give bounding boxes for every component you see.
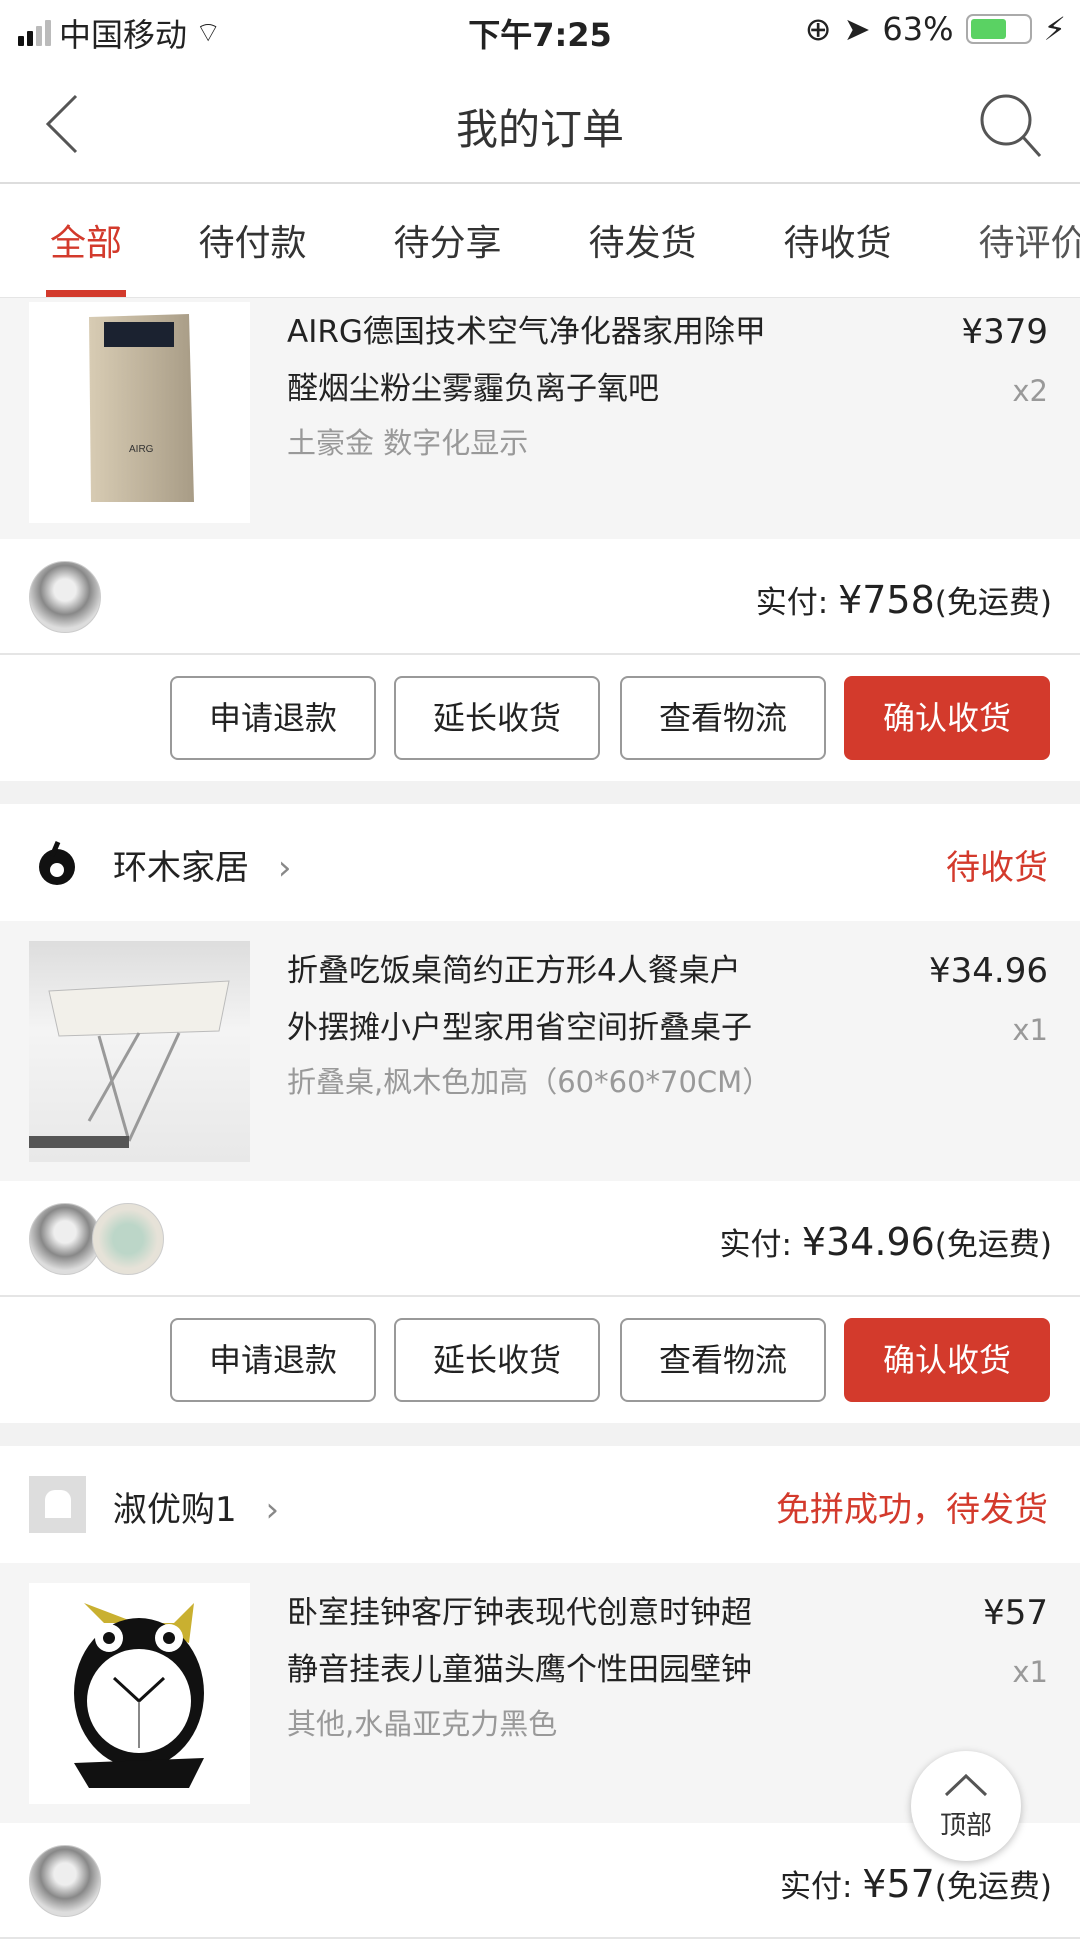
back-to-top-button[interactable]: 顶部 (911, 1751, 1021, 1861)
product-title: AIRG德国技术空气净化器家用除甲 (287, 314, 766, 350)
view-logistics-button[interactable]: 查看物流 (620, 676, 826, 760)
order-product[interactable]: 折叠吃饭桌简约正方形4人餐桌户 外摆摊小户型家用省空间折叠桌子 折叠桌,枫木色加高（… (0, 921, 1080, 1181)
pay-note: (免运费) (934, 1227, 1052, 1263)
avatar (92, 1203, 164, 1275)
shop-name[interactable]: 淑优购1 › (113, 1482, 279, 1531)
view-logistics-button[interactable]: 查看物流 (620, 1318, 826, 1402)
shop-header[interactable]: 环木家居 › 待收货 (0, 804, 1080, 921)
chevron-right-icon: › (277, 848, 292, 888)
product-spec: 折叠桌,枫木色加高（60*60*70CM） (287, 1065, 772, 1099)
pay-label: 实付: (755, 585, 839, 621)
tab-pending-shipment[interactable]: 待发货 (545, 184, 740, 297)
product-title-line2: 外摆摊小户型家用省空间折叠桌子 (287, 1010, 752, 1046)
product-title-line2: 醛烟尘粉尘雾霾负离子氧吧 (287, 371, 659, 407)
order-product[interactable]: AIRG AIRG德国技术空气净化器家用除甲 醛烟尘粉尘雾霾负离子氧吧 土豪金 数字… (0, 298, 1080, 539)
product-image (29, 1583, 250, 1804)
product-spec: 其他,水晶亚克力黑色 (287, 1707, 558, 1741)
product-image (29, 941, 250, 1162)
confirm-receipt-button[interactable]: 确认收货 (844, 1318, 1050, 1402)
action-row: 申请退款 延长收货 查看物流 确认收货 (0, 1297, 1080, 1423)
pay-amount: ¥57 (862, 1862, 935, 1906)
chevron-up-icon (944, 1773, 988, 1797)
pay-amount: ¥34.96 (801, 1220, 935, 1264)
extend-receipt-button[interactable]: 延长收货 (394, 676, 600, 760)
action-row: 申请退款 延长收货 查看物流 确认收货 (0, 655, 1080, 781)
order-tabs: 全部 待付款 待分享 待发货 待收货 待评价 (0, 184, 1080, 298)
shop-logo-icon (29, 1476, 86, 1533)
product-qty: x2 (1012, 374, 1048, 408)
avatar (29, 561, 101, 633)
nav-bar: 我的订单 (0, 60, 1080, 184)
pay-note: (免运费) (934, 1869, 1052, 1905)
avatar (29, 1845, 101, 1917)
product-title: 卧室挂钟客厅钟表现代创意时钟超 (287, 1595, 752, 1631)
page-title: 我的订单 (455, 105, 624, 154)
avatar (29, 1203, 101, 1275)
location-icon: ➤ (843, 10, 871, 48)
product-qty: x1 (1012, 1655, 1048, 1689)
shop-name[interactable]: 环木家居 › (113, 840, 291, 889)
rotation-lock-icon: ⊕ (804, 10, 832, 48)
pay-label: 实付: (719, 1227, 802, 1263)
status-bar: 中国移动 ⌔ 下午7:25 ⊕ ➤ 63% ⚡ (0, 0, 1080, 60)
tab-pending-receipt[interactable]: 待收货 (740, 184, 935, 297)
product-price: ¥34.96 (929, 951, 1048, 991)
pay-amount: ¥758 (838, 578, 935, 622)
product-image: AIRG (29, 302, 250, 523)
payment-row: 实付: ¥758(免运费) (0, 539, 1080, 655)
shop-header[interactable]: 淑优购1 › 免拼成功，待发货 (0, 1446, 1080, 1563)
pay-label: 实付: (779, 1869, 863, 1905)
battery-percent: 63% (882, 10, 954, 48)
charging-icon: ⚡ (1043, 10, 1066, 48)
svg-text:AIRG: AIRG (129, 444, 154, 455)
product-title-line2: 静音挂表儿童猫头鹰个性田园壁钟 (287, 1652, 752, 1688)
refund-button[interactable]: 申请退款 (170, 1318, 376, 1402)
product-title: 折叠吃饭桌简约正方形4人餐桌户 (287, 953, 741, 989)
product-price: ¥379 (961, 312, 1048, 352)
product-qty: x1 (1012, 1013, 1048, 1047)
pay-note: (免运费) (934, 585, 1052, 621)
tab-pending-payment[interactable]: 待付款 (155, 184, 350, 297)
payment-row: 实付: ¥34.96(免运费) (0, 1181, 1080, 1297)
tab-pending-review[interactable]: 待评价 (935, 184, 1080, 297)
tab-pending-share[interactable]: 待分享 (350, 184, 545, 297)
shop-logo-icon (39, 841, 75, 885)
extend-receipt-button[interactable]: 延长收货 (394, 1318, 600, 1402)
product-price: ¥57 (983, 1593, 1048, 1633)
chevron-right-icon: › (265, 1490, 280, 1530)
product-spec: 土豪金 数字化显示 (287, 426, 529, 460)
confirm-receipt-button[interactable]: 确认收货 (844, 676, 1050, 760)
order-status: 待收货 (946, 848, 1048, 888)
refund-button[interactable]: 申请退款 (170, 676, 376, 760)
back-to-top-label: 顶部 (939, 1811, 992, 1841)
search-icon[interactable] (978, 92, 1044, 158)
battery-icon (965, 14, 1032, 44)
order-status: 免拼成功，待发货 (776, 1490, 1048, 1530)
tab-all[interactable]: 全部 (43, 184, 129, 297)
